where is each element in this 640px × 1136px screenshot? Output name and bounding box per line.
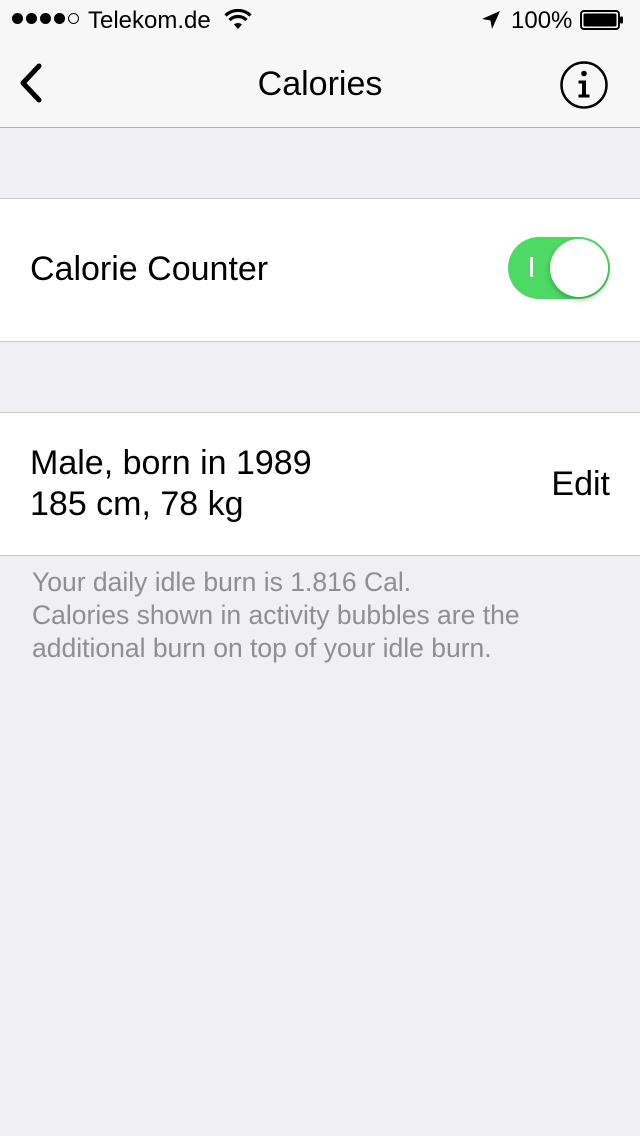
signal-dot-empty [68, 13, 79, 24]
idle-burn-footnote: Your daily idle burn is 1.816 Cal. Calor… [32, 566, 612, 665]
profile-gender-birth-year: Male, born in 1989 [30, 444, 312, 482]
back-button[interactable] [6, 54, 56, 112]
signal-strength-icon [12, 13, 79, 24]
signal-dot [12, 13, 23, 24]
location-arrow-icon [482, 11, 500, 29]
carrier-name: Telekom.de [88, 7, 211, 34]
calorie-counter-label: Calorie Counter [30, 250, 269, 288]
profile-height-weight: 185 cm, 78 kg [30, 485, 244, 523]
signal-dot [40, 13, 51, 24]
profile-row[interactable]: Male, born in 1989 185 cm, 78 kg Edit [0, 412, 640, 556]
footnote-line: Calories shown in activity bubbles are t… [32, 600, 520, 630]
calorie-counter-toggle[interactable] [508, 237, 610, 299]
navigation-bar: Calories [0, 40, 640, 128]
page-title: Calories [257, 65, 383, 103]
wifi-icon [224, 9, 252, 29]
calorie-counter-row: Calorie Counter [0, 198, 640, 342]
status-bar: Telekom.de 100% [0, 0, 640, 40]
footnote-line: additional burn on top of your idle burn… [32, 633, 492, 663]
chevron-left-icon [20, 63, 42, 103]
signal-dot [26, 13, 37, 24]
footnote-line: Your daily idle burn is 1.816 Cal. [32, 567, 412, 597]
toggle-knob [550, 239, 608, 297]
edit-profile-button[interactable]: Edit [520, 464, 610, 504]
signal-dot [54, 13, 65, 24]
info-icon[interactable] [558, 59, 610, 111]
toggle-on-indicator [530, 257, 533, 277]
battery-percentage: 100% [511, 7, 573, 34]
battery-icon [580, 10, 623, 30]
